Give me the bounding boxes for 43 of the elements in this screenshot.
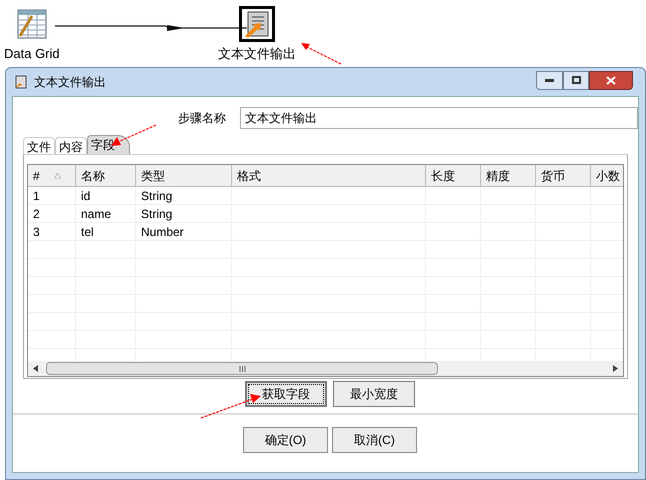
- step-name-field[interactable]: 文本文件输出: [240, 107, 638, 129]
- dialog-button[interactable]: 取消(C): [332, 427, 417, 453]
- scroll-right-icon: [613, 365, 618, 372]
- dialog-button[interactable]: 确定(O): [243, 427, 328, 453]
- minimize-icon: [545, 78, 554, 82]
- node-label: 文本文件输出: [218, 45, 296, 63]
- close-icon: [606, 76, 616, 84]
- document-icon: [14, 75, 28, 89]
- tab[interactable]: 内容: [55, 137, 87, 154]
- maximize-button[interactable]: [563, 70, 589, 90]
- table-cell-text: 2: [33, 206, 40, 222]
- document-icon[interactable]: [239, 6, 275, 42]
- field-button[interactable]: 获取字段: [245, 381, 327, 407]
- node-label: Data Grid: [4, 45, 60, 63]
- table-cell-text: id: [81, 188, 90, 204]
- tab[interactable]: 文件: [23, 137, 55, 154]
- close-button[interactable]: [589, 70, 633, 90]
- column-header[interactable]: 长度: [431, 166, 455, 184]
- minimize-button[interactable]: [536, 70, 563, 90]
- column-header[interactable]: 货币: [541, 166, 565, 184]
- grip-icon: [238, 366, 246, 372]
- table-cell-text: tel: [81, 224, 94, 240]
- annotation-arrow: [300, 42, 342, 66]
- sort-icon: [54, 172, 61, 178]
- table-cell-text: String: [141, 188, 172, 204]
- column-header[interactable]: #: [33, 166, 40, 184]
- maximize-icon: [572, 76, 580, 84]
- step-name-label: 步骤名称: [178, 110, 227, 127]
- annotation-arrow: [200, 392, 262, 420]
- field-button[interactable]: 最小宽度: [333, 381, 415, 407]
- column-header[interactable]: 名称: [81, 166, 105, 184]
- table-cell-text: Number: [141, 224, 184, 240]
- column-header[interactable]: 小数: [596, 166, 620, 184]
- scroll-left-icon: [33, 365, 38, 372]
- window-title: 文本文件输出: [34, 74, 107, 91]
- table-cell-text: 3: [33, 224, 40, 240]
- table-cell-text: 1: [33, 188, 40, 204]
- tab[interactable]: 字段: [87, 135, 130, 154]
- column-header[interactable]: 格式: [237, 166, 261, 184]
- table-cell-text: name: [81, 206, 112, 222]
- column-header[interactable]: 精度: [486, 166, 510, 184]
- table-cell-text: String: [141, 206, 172, 222]
- column-header[interactable]: 类型: [141, 166, 165, 184]
